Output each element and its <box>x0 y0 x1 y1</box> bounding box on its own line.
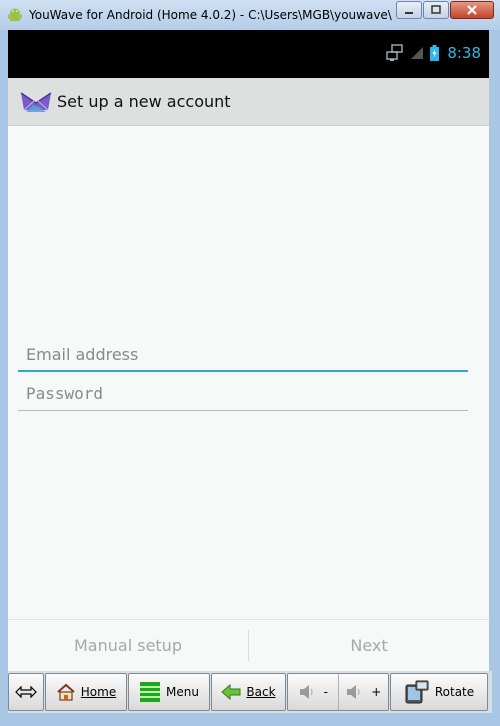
action-bar: Set up a new account <box>8 78 489 126</box>
rotate-button[interactable]: Rotate <box>390 673 488 711</box>
menu-label: Menu <box>166 685 199 699</box>
window-titlebar[interactable]: YouWave for Android (Home 4.0.2) - C:\Us… <box>0 0 500 30</box>
maximize-button[interactable] <box>423 1 449 19</box>
minimize-icon <box>405 12 413 14</box>
signal-icon <box>411 47 424 59</box>
network-icon <box>386 44 404 61</box>
menu-icon <box>140 682 161 702</box>
password-field[interactable] <box>18 377 468 411</box>
speaker-icon <box>299 685 313 699</box>
menu-button[interactable]: Menu <box>128 673 210 711</box>
status-clock: 8:38 <box>447 44 481 62</box>
volume-down-label: - <box>323 685 328 699</box>
email-app-icon <box>20 91 52 112</box>
window-title: YouWave for Android (Home 4.0.2) - C:\Us… <box>29 8 392 22</box>
status-icons: 8:38 <box>380 44 481 62</box>
window-controls <box>395 1 494 19</box>
android-screen: 8:38 Set up a new account Manual setup N… <box>8 30 489 671</box>
home-label: Home <box>80 685 117 699</box>
back-button[interactable]: Back <box>211 673 286 711</box>
rotate-label: Rotate <box>434 685 475 699</box>
close-icon <box>467 5 477 15</box>
battery-icon <box>430 45 440 61</box>
minimize-button[interactable] <box>396 1 422 19</box>
speaker-icon <box>347 685 360 699</box>
home-button[interactable]: Home <box>45 673 127 711</box>
next-button[interactable]: Next <box>249 620 489 671</box>
horizontal-arrows-icon <box>15 686 37 698</box>
home-icon <box>57 683 75 701</box>
rotate-device-icon <box>405 680 429 704</box>
close-button[interactable] <box>450 1 494 19</box>
volume-down-button[interactable]: - <box>288 674 338 710</box>
android-app-icon <box>8 8 22 21</box>
resize-button[interactable] <box>8 673 44 711</box>
back-label: Back <box>246 685 276 699</box>
bottom-button-bar: Manual setup Next <box>8 619 489 671</box>
maximize-icon <box>431 5 441 14</box>
emulator-toolbar: Home Menu Back - + Rotate <box>8 671 492 713</box>
volume-controls: - + <box>287 673 389 711</box>
page-title: Set up a new account <box>57 92 231 111</box>
volume-up-button[interactable]: + <box>337 674 389 710</box>
back-arrow-icon <box>221 684 241 700</box>
status-bar: 8:38 <box>8 30 489 78</box>
volume-up-label: + <box>371 685 382 699</box>
manual-setup-button[interactable]: Manual setup <box>8 620 248 671</box>
window-frame-bottom <box>0 713 500 726</box>
email-field[interactable] <box>18 338 468 372</box>
